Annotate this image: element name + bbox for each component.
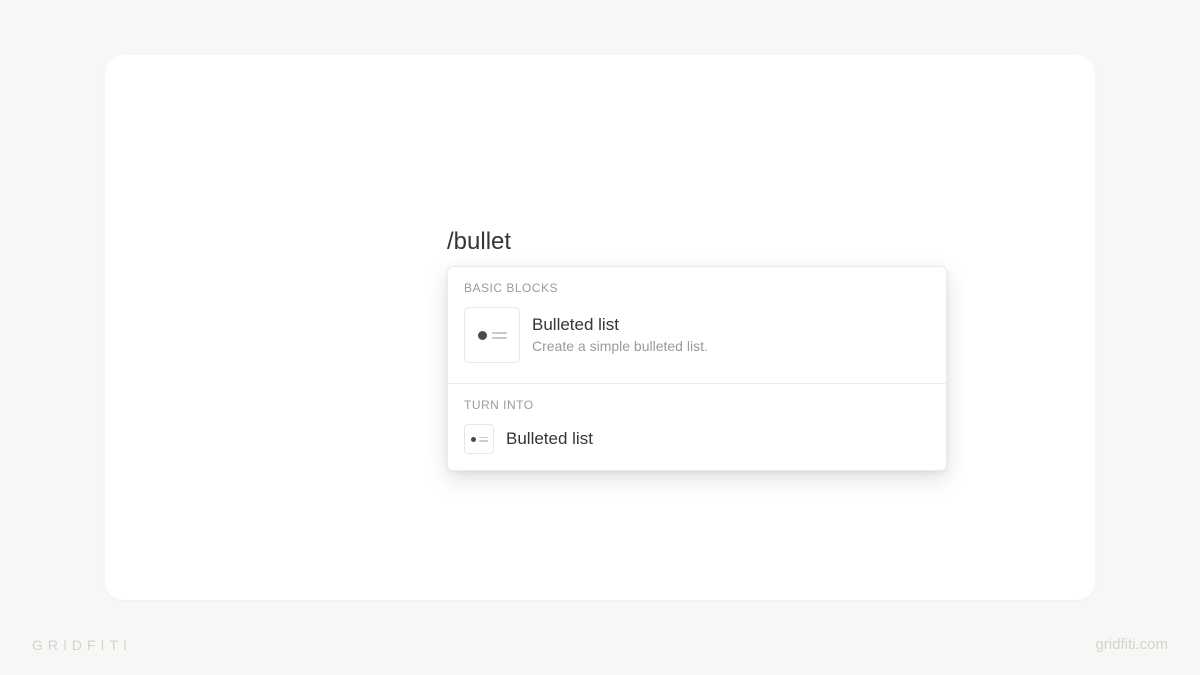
section-header-turn-into: TURN INTO xyxy=(448,394,946,420)
menu-item-description: Create a simple bulleted list. xyxy=(532,337,708,355)
content-card: /bullet BASIC BLOCKS xyxy=(105,55,1095,600)
menu-item-turn-into-bulleted-list[interactable]: Bulleted list xyxy=(448,420,946,464)
section-header-basic-blocks: BASIC BLOCKS xyxy=(448,277,946,303)
menu-item-text: Bulleted list Create a simple bulleted l… xyxy=(532,314,708,355)
slash-command-menu: BASIC BLOCKS Bulleted list Cr xyxy=(447,266,947,471)
bulleted-list-icon xyxy=(464,307,520,363)
menu-item-title: Bulleted list xyxy=(506,428,593,450)
bulleted-list-icon xyxy=(464,424,494,454)
menu-item-title: Bulleted list xyxy=(532,314,708,336)
menu-item-text: Bulleted list xyxy=(506,428,593,450)
slash-command-text[interactable]: /bullet xyxy=(447,228,947,256)
menu-section-turn-into: TURN INTO Bulleted list xyxy=(448,384,946,470)
menu-section-basic-blocks: BASIC BLOCKS Bulleted list Cr xyxy=(448,267,946,383)
watermark-url: gridfiti.com xyxy=(1095,636,1168,653)
watermark-brand: GRIDFITI xyxy=(32,637,132,653)
editor-area: /bullet BASIC BLOCKS xyxy=(447,228,947,471)
menu-item-bulleted-list[interactable]: Bulleted list Create a simple bulleted l… xyxy=(448,303,946,377)
